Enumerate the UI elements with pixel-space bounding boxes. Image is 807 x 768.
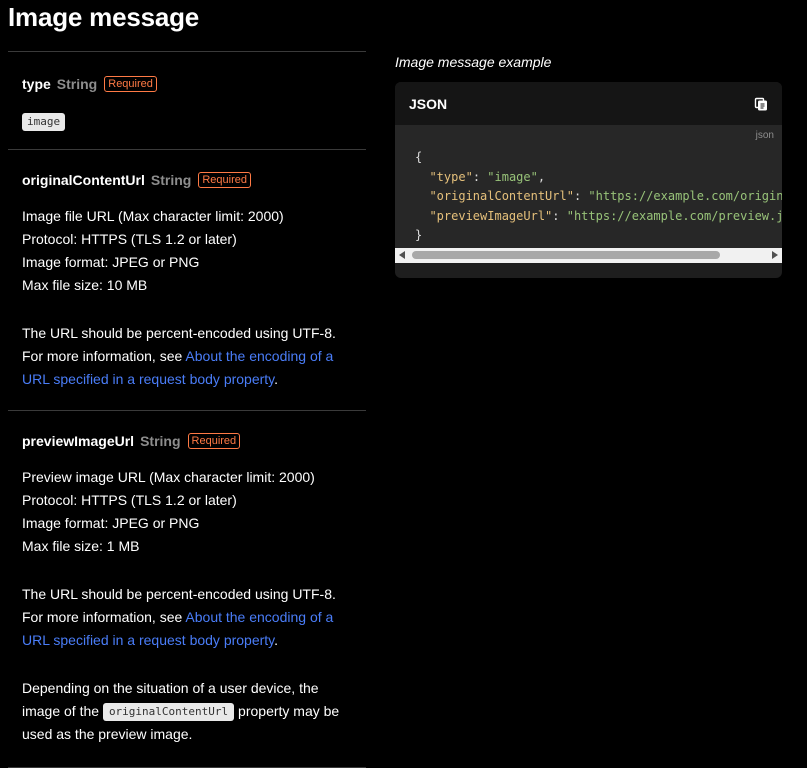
description-line: Image format: JPEG or PNG [22,515,200,531]
copy-icon[interactable] [754,97,768,111]
description-line: Protocol: HTTPS (TLS 1.2 or later) [22,231,237,247]
json-brace: } [415,228,423,242]
description-line: Image format: JPEG or PNG [22,254,200,270]
scroll-thumb[interactable] [412,251,720,259]
property-preview-image-url: previewImageUrl String Required Preview … [8,410,366,768]
description-line: Image file URL (Max character limit: 200… [22,208,284,224]
more-info: For more information, see About the enco… [22,606,352,652]
property-header: previewImageUrl String Required [22,431,352,451]
required-badge: Required [104,76,157,92]
required-badge: Required [187,433,241,449]
code-header: JSON [395,82,782,125]
property-type: type String Required image [8,51,366,149]
json-key: "previewImageUrl" [429,208,553,223]
property-name: previewImageUrl [22,433,135,449]
horizontal-scrollbar[interactable] [395,248,782,263]
description-line: Max file size: 10 MB [22,277,148,293]
code-body: json { "type": "image", "originalContent… [395,125,782,263]
preview-note: Depending on the situation of a user dev… [22,677,352,746]
chevron-left-icon[interactable] [399,251,405,259]
more-info-prefix: For more information, see [22,348,186,364]
required-badge: Required [198,172,251,188]
code-content: { "type": "image", "originalContentUrl":… [415,148,782,246]
value-chip: image [22,113,66,131]
json-key: "type" [429,169,473,184]
page-title: Image message [8,2,200,32]
example-title: Image message example [395,54,552,70]
more-info-suffix: . [274,632,279,648]
more-info-suffix: . [274,371,279,387]
code-block: JSON json { "type": "image", "originalCo… [395,82,782,278]
property-description: Image file URL (Max character limit: 200… [22,205,352,391]
more-info: For more information, see About the enco… [22,345,352,391]
description-line: Preview image URL (Max character limit: … [22,469,315,485]
json-value: "https://example.com/preview.jpg" [566,208,782,223]
property-list: type String Required image originalConte… [8,51,366,768]
property-header: type String Required [22,74,352,94]
json-value: "image" [487,169,538,184]
property-type-label: String [56,76,98,92]
property-description: Preview image URL (Max character limit: … [22,466,352,746]
encoding-note: The URL should be percent-encoded using … [22,586,336,602]
property-type-label: String [150,172,192,188]
inline-code: originalContentUrl [102,703,235,721]
encoding-note: The URL should be percent-encoded using … [22,325,336,341]
property-original-content-url: originalContentUrl String Required Image… [8,149,366,410]
more-info-prefix: For more information, see [22,609,186,625]
json-brace: { [415,150,423,164]
code-language-title: JSON [409,95,448,112]
json-value: "https://example.com/original. [588,189,782,203]
property-name: originalContentUrl [22,172,145,188]
chevron-right-icon[interactable] [772,251,778,259]
language-label: json [755,130,774,141]
description-line: Max file size: 1 MB [22,538,140,554]
property-type-label: String [140,433,181,449]
property-header: originalContentUrl String Required [22,170,352,190]
property-name: type [22,76,51,92]
json-key: "originalContentUrl" [429,189,574,203]
description-line: Protocol: HTTPS (TLS 1.2 or later) [22,492,237,508]
